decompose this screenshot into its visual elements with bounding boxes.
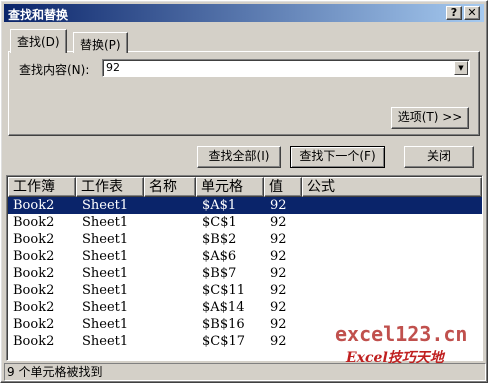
table-cell: Book2 xyxy=(13,300,55,315)
table-row[interactable]: Book2 Sheet1 $A$14 92 xyxy=(8,299,482,316)
table-cell: Sheet1 xyxy=(82,266,129,281)
title-bar[interactable]: 查找和替换 ? ✕ xyxy=(4,4,484,22)
find-replace-dialog: 查找和替换 ? ✕ 查找(D) 替换(P) 查找内容(N): 92 ▼ 选项(T… xyxy=(0,0,488,383)
table-cell: $C$1 xyxy=(202,215,237,230)
column-header-formula[interactable]: 公式 xyxy=(302,177,482,197)
table-cell: Sheet1 xyxy=(82,198,129,213)
table-row[interactable]: Book2 Sheet1 $C$1 92 xyxy=(8,214,482,231)
table-cell: Book2 xyxy=(13,232,55,247)
table-cell: Book2 xyxy=(13,215,55,230)
table-cell: Sheet1 xyxy=(82,317,129,332)
find-what-combobox[interactable]: 92 ▼ xyxy=(102,59,470,77)
table-cell: $B$7 xyxy=(202,266,237,281)
status-bar: 9 个单元格被找到 xyxy=(4,363,486,381)
table-cell: Book2 xyxy=(13,249,55,264)
find-what-value[interactable]: 92 xyxy=(106,61,120,74)
column-header-value[interactable]: 值 xyxy=(264,177,302,197)
table-cell: $A$1 xyxy=(202,198,237,213)
column-header-workbook[interactable]: 工作簿 xyxy=(8,177,76,197)
close-icon[interactable]: ✕ xyxy=(464,6,480,20)
watermark-site: excel123.cn xyxy=(335,322,468,346)
table-cell: 92 xyxy=(270,334,287,349)
table-cell: Sheet1 xyxy=(82,215,129,230)
table-cell: $A$6 xyxy=(202,249,237,264)
tab-find[interactable]: 查找(D) xyxy=(10,29,67,53)
table-cell: 92 xyxy=(270,283,287,298)
table-cell: 92 xyxy=(270,215,287,230)
table-cell: Sheet1 xyxy=(82,300,129,315)
close-button[interactable]: 关闭 xyxy=(404,146,474,168)
find-all-button[interactable]: 查找全部(I) xyxy=(197,146,281,168)
table-cell: Book2 xyxy=(13,266,55,281)
table-row[interactable]: Book2 Sheet1 $B$2 92 xyxy=(8,231,482,248)
table-cell: $C$11 xyxy=(202,283,246,298)
table-cell: Book2 xyxy=(13,198,55,213)
find-next-button[interactable]: 查找下一个(F) xyxy=(290,146,385,168)
table-cell: $B$16 xyxy=(202,317,245,332)
options-button[interactable]: 选项(T) >> xyxy=(391,107,469,129)
table-row[interactable]: Book2 Sheet1 $B$7 92 xyxy=(8,265,482,282)
dropdown-arrow-icon[interactable]: ▼ xyxy=(454,61,468,75)
table-cell: Book2 xyxy=(13,317,55,332)
column-header-sheet[interactable]: 工作表 xyxy=(76,177,144,197)
table-row[interactable]: Book2 Sheet1 $A$6 92 xyxy=(8,248,482,265)
table-row[interactable]: Book2 Sheet1 $A$1 92 xyxy=(8,197,482,214)
help-icon[interactable]: ? xyxy=(446,6,462,20)
table-cell: $C$17 xyxy=(202,334,246,349)
table-cell: 92 xyxy=(270,317,287,332)
column-header-cell[interactable]: 单元格 xyxy=(196,177,264,197)
table-cell: $A$14 xyxy=(202,300,245,315)
table-cell: $B$2 xyxy=(202,232,237,247)
table-cell: Book2 xyxy=(13,334,55,349)
table-cell: 92 xyxy=(270,266,287,281)
find-what-label: 查找内容(N): xyxy=(19,63,90,77)
table-row[interactable]: Book2 Sheet1 $C$11 92 xyxy=(8,282,482,299)
table-cell: Sheet1 xyxy=(82,334,129,349)
tab-replace[interactable]: 替换(P) xyxy=(73,32,128,53)
table-cell: 92 xyxy=(270,249,287,264)
table-cell: Book2 xyxy=(13,283,55,298)
table-cell: Sheet1 xyxy=(82,232,129,247)
table-cell: 92 xyxy=(270,198,287,213)
table-cell: Sheet1 xyxy=(82,283,129,298)
table-cell: 92 xyxy=(270,232,287,247)
table-cell: 92 xyxy=(270,300,287,315)
window-title: 查找和替换 xyxy=(8,8,69,22)
table-cell: Sheet1 xyxy=(82,249,129,264)
column-header-name[interactable]: 名称 xyxy=(144,177,196,197)
